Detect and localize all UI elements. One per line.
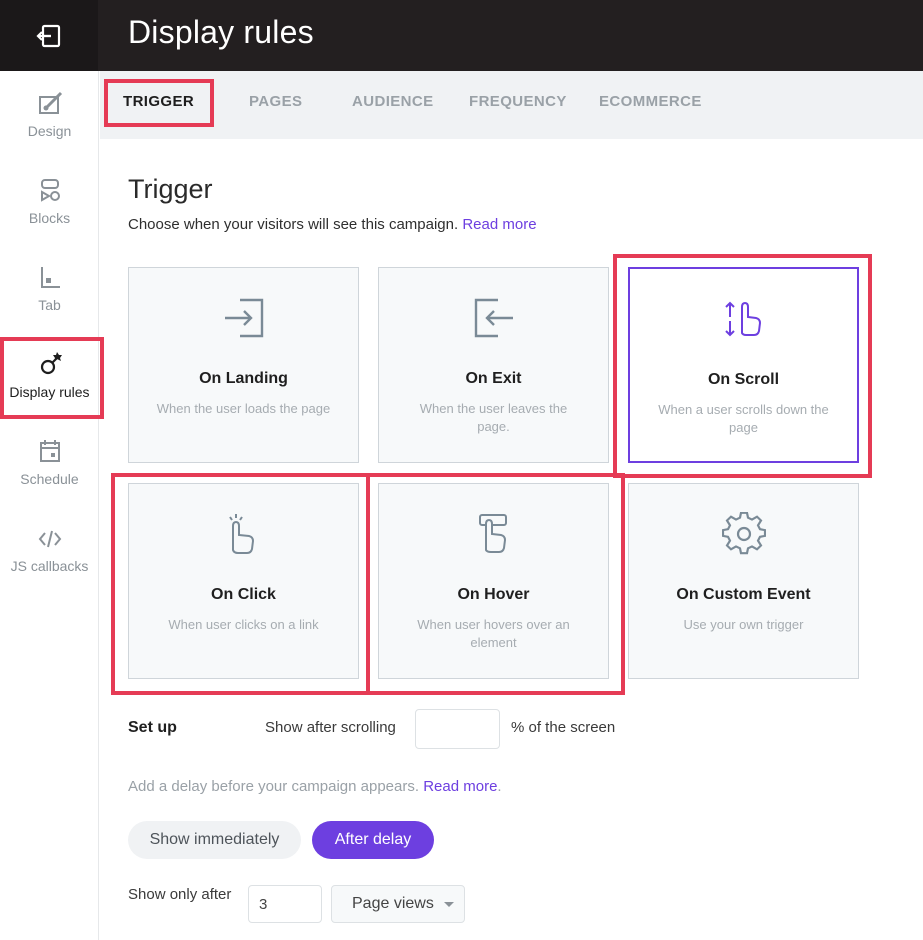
code-icon [35, 524, 65, 554]
sidebar-item-blocks[interactable]: Blocks [0, 176, 99, 226]
page-views-count-input[interactable] [248, 885, 322, 923]
tab-frequency[interactable]: FREQUENCY [469, 93, 567, 110]
card-title: On Scroll [707, 371, 780, 388]
read-more-link[interactable]: Read more [462, 216, 536, 233]
page-views-select[interactable]: Page views [331, 885, 465, 923]
click-hand-icon [228, 514, 254, 554]
sidebar-item-label: JS callbacks [10, 558, 89, 574]
sidebar-item-label: Tab [38, 297, 61, 313]
gear-icon [721, 512, 766, 555]
sidebar-item-tab[interactable]: Tab [0, 263, 99, 313]
blocks-icon [35, 176, 65, 206]
delay-read-more-link[interactable]: Read more [423, 778, 497, 795]
card-description: When user hovers over an element [417, 617, 570, 650]
exit-editor-icon [36, 24, 61, 47]
page-title: Display rules [128, 14, 314, 50]
back-button[interactable] [0, 0, 98, 71]
show-only-after-label: Show only after [128, 886, 232, 903]
card-title: On Landing [199, 370, 288, 387]
trigger-card-on-scroll[interactable]: On Scroll When a user scrolls down the p… [628, 267, 859, 463]
sidebar: Design Blocks Tab Display rules Schedule… [0, 71, 99, 940]
enter-icon [224, 298, 263, 338]
top-bar: Display rules [0, 0, 923, 71]
tab-trigger[interactable]: TRIGGER [123, 93, 194, 110]
sidebar-item-label: Design [27, 123, 72, 139]
section-title: Trigger [128, 174, 213, 204]
card-description: When the user loads the page [156, 401, 331, 416]
description-text: Choose when your visitors will see this … [128, 216, 459, 233]
tab-ecommerce[interactable]: ECOMMERCE [599, 93, 702, 110]
card-description: When the user leaves the page. [419, 401, 568, 434]
show-immediately-button[interactable]: Show immediately [128, 821, 301, 859]
trigger-card-on-exit[interactable]: On Exit When the user leaves the page. [378, 267, 609, 463]
tab-audience[interactable]: AUDIENCE [352, 93, 434, 110]
display-rules-icon [35, 350, 65, 380]
card-description: Use your own trigger [683, 617, 804, 632]
card-title: On Custom Event [676, 586, 811, 603]
card-title: On Click [211, 586, 276, 603]
card-title: On Hover [457, 586, 530, 603]
card-title: On Exit [465, 370, 522, 387]
sidebar-item-design[interactable]: Design [0, 89, 99, 139]
brush-icon [35, 89, 65, 119]
select-value: Page views [352, 895, 434, 912]
card-description: When a user scrolls down the page [658, 402, 829, 435]
scroll-percent-input[interactable] [415, 709, 500, 749]
trigger-card-on-landing[interactable]: On Landing When the user loads the page [128, 267, 359, 463]
tabs-bar: TRIGGER PAGES AUDIENCE FREQUENCY ECOMMER… [100, 71, 923, 139]
trigger-card-on-hover[interactable]: On Hover When user hovers over an elemen… [378, 483, 609, 679]
chevron-down-icon [443, 901, 454, 907]
sidebar-item-js-callbacks[interactable]: JS callbacks [0, 524, 99, 574]
sidebar-item-display-rules[interactable]: Display rules [0, 350, 99, 400]
percent-of-screen-label: % of the screen [511, 719, 616, 736]
sidebar-item-label: Display rules [9, 384, 90, 400]
delay-period: . [497, 778, 502, 795]
tab-icon [35, 263, 65, 293]
delay-description-text: Add a delay before your campaign appears… [128, 778, 420, 795]
trigger-card-on-custom-event[interactable]: On Custom Event Use your own trigger [628, 483, 859, 679]
exit-icon [474, 298, 513, 338]
trigger-card-on-click[interactable]: On Click When user clicks on a link [128, 483, 359, 679]
sidebar-item-label: Blocks [28, 210, 71, 226]
sidebar-item-label: Schedule [20, 471, 79, 487]
tab-pages[interactable]: PAGES [249, 93, 302, 110]
after-delay-button[interactable]: After delay [312, 821, 434, 859]
card-description: When user clicks on a link [168, 617, 319, 632]
show-after-scrolling-label: Show after scrolling [265, 719, 396, 736]
delay-description: Add a delay before your campaign appears… [128, 778, 502, 795]
section-description: Choose when your visitors will see this … [128, 216, 537, 233]
hover-hand-icon [478, 514, 507, 553]
calendar-icon [35, 437, 65, 467]
scroll-hand-icon [724, 301, 761, 337]
sidebar-item-schedule[interactable]: Schedule [0, 437, 99, 487]
setup-label: Set up [128, 719, 177, 736]
